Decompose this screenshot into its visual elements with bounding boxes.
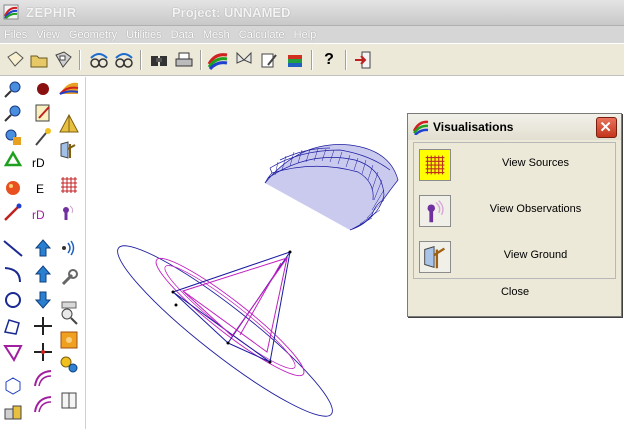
menu-bar: Files View Geometry Utilities Data Mesh … xyxy=(0,26,624,43)
radial-distance-2-button[interactable]: rD xyxy=(32,204,54,226)
zoom-out-icon[interactable] xyxy=(2,102,24,124)
rotate-left-icon[interactable] xyxy=(88,49,110,71)
e-field-button[interactable]: E xyxy=(36,178,58,200)
menu-files[interactable]: Files xyxy=(4,29,27,41)
observer-antenna-icon[interactable] xyxy=(58,201,80,223)
sphere-icon[interactable] xyxy=(2,176,24,198)
menu-mesh[interactable]: Mesh xyxy=(203,29,230,41)
sources-grid-icon xyxy=(425,155,445,175)
recycle-icon[interactable] xyxy=(2,150,24,172)
split-grid-icon[interactable] xyxy=(32,315,54,337)
view-ground-button[interactable] xyxy=(419,241,451,273)
app-name: ZEPHIR xyxy=(26,5,77,20)
view-observations-row[interactable]: View Observations xyxy=(414,189,617,233)
project-title: Project: UNNAMED xyxy=(172,5,291,20)
dialog-close-icon[interactable] xyxy=(596,117,617,138)
open-folder-icon[interactable] xyxy=(28,49,50,71)
exit-door-icon[interactable] xyxy=(352,49,374,71)
magnifier-icon[interactable] xyxy=(58,305,80,327)
menu-utilities[interactable]: Utilities xyxy=(126,29,161,41)
mesh-grid-icon[interactable] xyxy=(58,174,80,196)
puzzle-icon[interactable] xyxy=(58,329,80,351)
arrow-up-2-icon[interactable] xyxy=(32,263,54,285)
menu-geometry[interactable]: Geometry xyxy=(69,29,117,41)
toolbar-separator xyxy=(200,50,202,70)
dialog-title: Visualisations xyxy=(433,120,514,134)
menu-data[interactable]: Data xyxy=(171,29,194,41)
surface-tool-icon[interactable] xyxy=(2,341,24,363)
toolbar-separator xyxy=(311,50,313,70)
menu-help[interactable]: Help xyxy=(294,29,317,41)
radial-distance-button[interactable]: rD xyxy=(32,152,54,174)
record-icon[interactable] xyxy=(32,78,54,100)
toolbar-separator xyxy=(140,50,142,70)
toolbar-separator xyxy=(79,50,81,70)
ground-plane-icon[interactable] xyxy=(58,139,80,161)
help-button[interactable]: ? xyxy=(318,49,340,71)
new-file-icon[interactable] xyxy=(4,49,26,71)
toolbar: ? xyxy=(0,43,624,76)
view-observations-label: View Observations xyxy=(489,203,582,215)
cube-icon[interactable] xyxy=(2,375,24,397)
ground-icon xyxy=(424,246,446,269)
view-butterfly-icon[interactable] xyxy=(233,49,255,71)
toolbar-separator xyxy=(345,50,347,70)
line-tool-icon[interactable] xyxy=(2,237,24,259)
observation-antenna-icon xyxy=(427,200,444,223)
print-icon[interactable] xyxy=(173,49,195,71)
arrow-down-icon[interactable] xyxy=(32,289,54,311)
visualisation-options: View Sources View Observations View Grou… xyxy=(413,142,616,279)
zoom-in-icon[interactable] xyxy=(2,78,24,100)
arc-tool-icon[interactable] xyxy=(2,263,24,285)
curved-surface-2-icon[interactable] xyxy=(32,393,54,415)
color-fan-icon[interactable] xyxy=(58,78,80,100)
circle-tool-icon[interactable] xyxy=(2,289,24,311)
radio-wave-icon[interactable] xyxy=(58,237,80,259)
split-grid-red-icon[interactable] xyxy=(32,341,54,363)
layers-icon[interactable] xyxy=(284,49,306,71)
dialog-title-bar[interactable]: Visualisations xyxy=(408,114,621,140)
wrench-icon[interactable] xyxy=(58,267,80,289)
zoom-window-icon[interactable] xyxy=(2,126,24,148)
view-sources-button[interactable] xyxy=(419,149,451,181)
polyline-tool-icon[interactable] xyxy=(2,315,24,337)
view-observations-button[interactable] xyxy=(419,195,451,227)
gears-icon[interactable] xyxy=(58,353,80,375)
curved-surface-icon[interactable] xyxy=(32,367,54,389)
magic-wand-icon[interactable] xyxy=(32,126,54,148)
tool-palette: rD E rD xyxy=(0,77,86,429)
arrow-point-icon[interactable] xyxy=(2,201,24,223)
app-logo-icon xyxy=(413,120,429,135)
edit-pages-icon[interactable] xyxy=(258,49,280,71)
binoculars-icon[interactable] xyxy=(148,49,170,71)
app-logo-icon xyxy=(3,4,19,20)
title-bar: ZEPHIR Project: UNNAMED xyxy=(0,0,624,26)
menu-view[interactable]: View xyxy=(36,29,60,41)
rotate-right-icon[interactable] xyxy=(113,49,135,71)
view-ground-row[interactable]: View Ground xyxy=(414,235,617,279)
color-map-icon[interactable] xyxy=(207,49,229,71)
visualisations-dialog: Visualisations View Sources View Observa… xyxy=(407,113,622,317)
save-disk-icon[interactable] xyxy=(52,49,74,71)
view-ground-label: View Ground xyxy=(503,249,568,261)
close-button[interactable]: Close xyxy=(497,283,533,301)
view-sources-row[interactable]: View Sources xyxy=(414,143,617,187)
pyramid-icon[interactable] xyxy=(58,113,80,135)
wireframe-tetrahedron xyxy=(172,251,292,363)
arrow-up-1-icon[interactable] xyxy=(32,237,54,259)
view-sources-label: View Sources xyxy=(501,157,570,169)
book-icon[interactable] xyxy=(58,389,80,411)
notepad-icon[interactable] xyxy=(32,102,54,124)
menu-calculate[interactable]: Calculate xyxy=(239,29,285,41)
solids-icon[interactable] xyxy=(2,401,24,423)
